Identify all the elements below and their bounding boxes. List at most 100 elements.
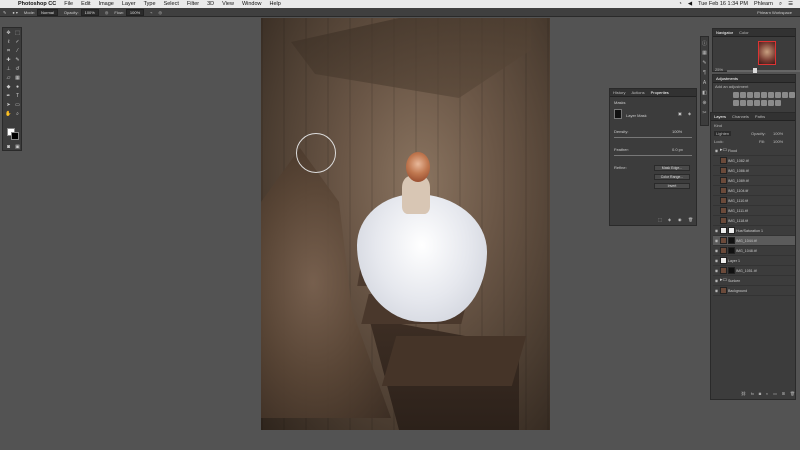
move-tool-icon[interactable]: ✥ [5,30,12,36]
link-layers-icon[interactable]: ⛓ [741,391,746,399]
invert-icon[interactable] [747,99,753,106]
blend-mode-select[interactable]: Lighten [714,131,732,136]
menu-file[interactable]: File [60,1,77,7]
gradient-tool-icon[interactable]: ▦ [14,75,21,81]
menu-edit[interactable]: Edit [77,1,94,7]
clone-stamp-tool-icon[interactable]: ⊥ [5,66,12,72]
feather-value[interactable]: 0.0 px [672,147,683,152]
background-color-swatch[interactable] [11,132,19,140]
menu-help[interactable]: Help [266,1,285,7]
eraser-tool-icon[interactable]: ▱ [5,75,12,81]
mode-control[interactable]: Mode: Normal [21,8,61,16]
quick-select-tool-icon[interactable]: ✓ [14,39,21,45]
brush-tool-icon[interactable]: ✎ [0,10,9,15]
disable-mask-icon[interactable]: ◉ [678,217,682,222]
eyedropper-tool-icon[interactable]: ⁄ [14,48,21,54]
user-name[interactable]: Phlearn [751,1,776,7]
gradient-map-icon[interactable] [768,99,774,106]
info-panel-icon[interactable]: ⓘ [701,40,708,47]
quick-mask-icon[interactable]: ◙ [5,144,12,150]
new-layer-icon[interactable]: ⊞ [782,391,785,399]
visibility-icon[interactable]: ◉ [713,278,720,283]
layer-mask-thumbnail[interactable] [728,237,735,244]
layer-row[interactable]: ◉ Hue/Saturation 1 [713,226,795,236]
layer-row[interactable]: ◉ IMG_1051.tif [713,266,795,276]
zoom-tool-icon[interactable]: ⌕ [14,111,21,117]
channel-mixer-icon[interactable] [733,99,739,106]
visibility-icon[interactable]: ◉ [713,148,720,153]
lasso-tool-icon[interactable]: ℓ [5,39,12,45]
layer-style-icon[interactable]: fx [751,391,754,399]
layer-row[interactable]: ◉ Background [713,286,795,296]
shape-tool-icon[interactable]: ▭ [14,102,21,108]
visibility-icon[interactable]: ◉ [713,238,720,243]
density-slider[interactable] [614,137,692,138]
layer-row[interactable]: IMG_1110.tif [713,196,795,206]
layer-row[interactable]: IMG_1089.tif [713,176,795,186]
clock[interactable]: Tue Feb 16 1:34 PM [695,1,751,7]
type-tool-icon[interactable]: T [14,93,21,99]
color-lookup-icon[interactable] [740,99,746,106]
layer-mask-thumbnail[interactable] [728,247,735,254]
layer-mask-thumbnail[interactable] [728,267,735,274]
delete-mask-icon[interactable]: 🗑 [688,217,693,222]
tab-navigator[interactable]: Navigator [713,30,736,35]
layer-row[interactable]: ◉ ▸▭ Flood [713,146,795,156]
search-icon[interactable]: ⌕ [776,1,785,8]
layer-row[interactable]: ◉ Layer 1 [713,256,795,266]
visibility-icon[interactable]: ◉ [713,288,720,293]
layer-row[interactable]: IMG_1086.tif [713,166,795,176]
tab-layers[interactable]: Layers [711,114,729,119]
menu-window[interactable]: Window [238,1,266,7]
tab-history[interactable]: History [610,90,628,95]
opacity-value[interactable]: 100% [80,8,99,16]
crop-tool-icon[interactable]: ⌗ [5,48,12,54]
marquee-tool-icon[interactable]: ⬚ [14,30,21,36]
path-select-tool-icon[interactable]: ➤ [5,102,12,108]
visibility-icon[interactable]: ◉ [713,248,720,253]
opacity-control[interactable]: Opacity: 100% [61,8,102,16]
exposure-icon[interactable] [754,92,760,98]
tab-actions[interactable]: Actions [628,90,647,95]
brush-panel-icon[interactable]: ✎ [701,60,708,67]
document-canvas[interactable] [261,18,550,430]
layer-row[interactable]: ◉ ▸▭ Sunken [713,276,795,286]
brush-tool-icon[interactable]: ✎ [14,57,21,63]
workspace-switcher[interactable]: Phlearn Workspace [754,10,800,15]
vibrance-icon[interactable] [761,92,767,98]
apply-mask-icon[interactable]: ◈ [668,217,671,222]
flow-value[interactable]: 100% [125,8,145,16]
layer-kind-filter[interactable]: Kind [714,123,722,128]
menu-view[interactable]: View [218,1,238,7]
styles-panel-icon[interactable]: ◧ [701,90,708,97]
visibility-icon[interactable]: ◉ [713,258,720,263]
vector-mask-icon[interactable]: ◈ [688,111,691,116]
pixel-mask-icon[interactable]: ▣ [678,111,682,116]
layer-row[interactable]: IMG_1118.tif [713,216,795,226]
layer-row[interactable]: IMG_1104.tif [713,186,795,196]
screen-mode-icon[interactable]: ▣ [14,144,21,150]
tab-color[interactable]: Color [736,30,752,35]
layer-row[interactable]: IMG_1082.tif [713,156,795,166]
photo-filter-icon[interactable] [789,92,795,98]
pressure-size-icon[interactable]: ◎ [156,10,166,15]
paragraph-panel-icon[interactable]: ¶ [701,70,708,77]
tool-presets-panel-icon[interactable]: ✂ [701,110,708,117]
tab-paths[interactable]: Paths [752,114,768,119]
hue-saturation-icon[interactable] [768,92,774,98]
navigator-zoom[interactable]: 25% [715,67,723,72]
menu-app[interactable]: Photoshop CC [14,1,60,7]
layer-opacity-value[interactable]: 100% [773,131,783,136]
feather-slider[interactable] [614,155,692,156]
menu-layer[interactable]: Layer [118,1,140,7]
posterize-icon[interactable] [754,99,760,106]
pressure-opacity-icon[interactable]: ◎ [102,10,112,15]
visibility-icon[interactable]: ◉ [713,268,720,273]
pen-tool-icon[interactable]: ✒ [5,93,12,99]
volume-icon[interactable]: ◀ [685,1,695,7]
healing-tool-icon[interactable]: ✚ [5,57,12,63]
airbrush-icon[interactable]: ⌁ [147,10,155,15]
add-mask-icon[interactable]: ◙ [759,391,761,399]
layer-fill-value[interactable]: 100% [773,139,783,144]
clone-source-panel-icon[interactable]: ⊕ [701,100,708,107]
